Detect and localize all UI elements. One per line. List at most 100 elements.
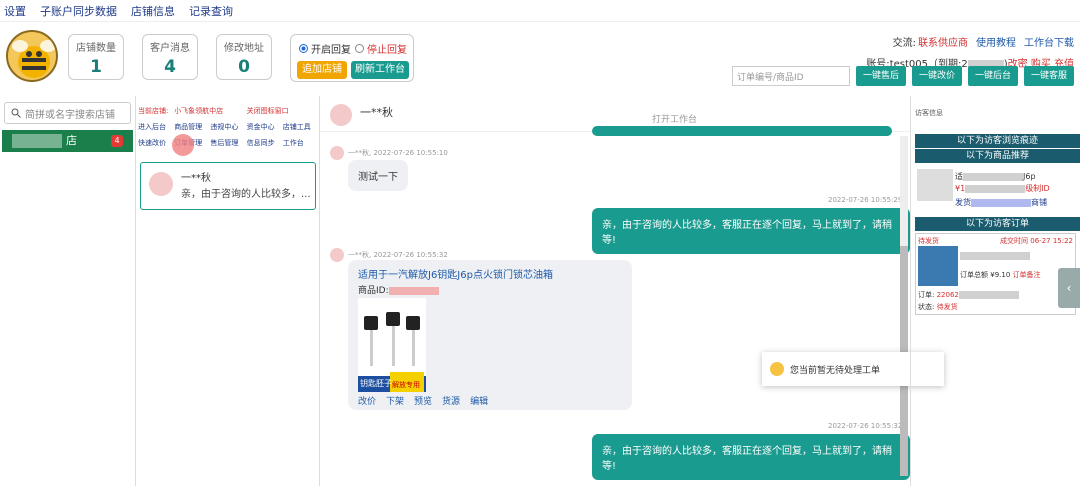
account-info: 交流: 联系供应商 使用教程 工作台下载 账号:test005（到期:2)改密 购买 … xyxy=(866,38,1074,70)
link-funds[interactable]: 资金中心 xyxy=(247,122,283,132)
link-quick-price[interactable]: 快速改价 xyxy=(138,138,174,148)
avatar xyxy=(149,172,173,196)
link-product-mgmt[interactable]: 商品管理 xyxy=(174,122,210,132)
reply-panel: 开启回复 停止回复 追加店铺 刷新工作台 xyxy=(290,34,414,82)
click-cursor-highlight xyxy=(172,134,194,156)
recommend-bar: 以下为商品推荐 xyxy=(915,149,1080,163)
shop-list-panel: 简拼或名字搜索店铺 店4 xyxy=(0,96,136,486)
radio-label: 开启回复 xyxy=(311,45,351,56)
conversation-panel: 当前店铺: 小飞象领航中店 关闭图标窗口 进入后台 商品管理 违规中心 资金中心… xyxy=(136,96,320,486)
radio-label: 停止回复 xyxy=(367,45,407,56)
product-tag: 解放专用 xyxy=(392,381,420,389)
avatar xyxy=(330,248,344,262)
backend-button[interactable]: 一键后台 xyxy=(968,66,1018,86)
product-image[interactable]: 钥匙胚子 解放专用 xyxy=(358,298,426,392)
product-thumbnail xyxy=(917,169,953,201)
msg-timestamp: 一**秋, 2022-07-26 10:55:10 xyxy=(348,149,448,157)
avatar xyxy=(330,146,344,160)
chat-bubble-partial xyxy=(592,126,892,136)
state-label: 状态: xyxy=(918,303,935,311)
link-backend[interactable]: 进入后台 xyxy=(138,122,174,132)
stat-shop-count[interactable]: 店铺数量 1 xyxy=(68,34,124,80)
chat-panel: 一**秋 打开工作台 一**秋, 2022-07-26 10:55:10 测试一… xyxy=(320,96,910,486)
search-placeholder: 简拼或名字搜索店铺 xyxy=(25,109,115,121)
stat-label: 修改地址 xyxy=(224,43,264,54)
order-total-label: 订单总额 xyxy=(960,271,988,279)
link-violation[interactable]: 违规中心 xyxy=(210,122,246,132)
product-id-label: 商品ID: xyxy=(358,286,389,296)
shop-name: 店 xyxy=(66,134,77,147)
action-edit[interactable]: 编辑 xyxy=(470,394,488,407)
action-preview[interactable]: 预览 xyxy=(414,394,432,407)
conversation-item[interactable]: 一**秋 亲，由于咨询的人比较多，... xyxy=(140,162,316,210)
stat-value: 1 xyxy=(90,57,102,77)
menu-shop-info[interactable]: 店铺信息 xyxy=(131,3,175,19)
open-workspace-link[interactable]: 打开工作台 xyxy=(652,112,697,125)
rec-title-suffix: J6p xyxy=(1023,172,1036,181)
visitor-panel: 访客信息 以下为访客浏览痕迹 以下为商品推荐 适 J6p ¥1 级制ID 发货 商铺 … xyxy=(910,96,1080,486)
order-thumbnail xyxy=(918,246,958,286)
tutorial-link[interactable]: 使用教程 xyxy=(976,38,1016,49)
contact-supplier-link[interactable]: 联系供应商 xyxy=(918,38,968,49)
menu-record-query[interactable]: 记录查询 xyxy=(189,3,233,19)
rec-shop: 商铺 xyxy=(1031,198,1047,207)
contact-prefix: 交流: xyxy=(892,38,916,49)
toast-text: 您当前暂无待处理工单 xyxy=(790,365,881,376)
quick-links: 当前店铺: 小飞象领航中店 关闭图标窗口 进入后台 商品管理 违规中心 资金中心… xyxy=(136,96,319,148)
shop-search-input[interactable]: 简拼或名字搜索店铺 xyxy=(4,102,131,124)
stat-label: 店铺数量 xyxy=(76,43,116,54)
link-info-sync[interactable]: 信息同步 xyxy=(247,138,283,148)
tool-row: 订单编号/商品ID 一键售后 一键改价 一键后台 一键客服 xyxy=(732,66,1074,86)
menu-settings[interactable]: 设置 xyxy=(4,3,26,19)
action-change-price[interactable]: 改价 xyxy=(358,394,376,407)
action-source[interactable]: 货源 xyxy=(442,394,460,407)
order-status: 待发货 xyxy=(918,237,939,245)
change-price-button[interactable]: 一键改价 xyxy=(912,66,962,86)
chat-bubble-agent: 亲，由于咨询的人比较多，客服正在逐个回复，马上就到了，请稍等! xyxy=(592,434,910,480)
msg-timestamp: 2022-07-26 10:55:32 xyxy=(828,422,903,430)
order-search-input[interactable]: 订单编号/商品ID xyxy=(732,66,850,86)
order-no: 22062 xyxy=(936,291,959,299)
action-delist[interactable]: 下架 xyxy=(386,394,404,407)
bee-logo xyxy=(6,30,58,82)
state-value: 待发货 xyxy=(936,303,958,311)
product-title[interactable]: 适用于一汽解放J6钥匙J6p点火锁门锁芯油箱 xyxy=(358,266,622,281)
conversation-name: 一**秋 xyxy=(181,173,211,184)
chat-name: 一**秋 xyxy=(360,106,393,119)
recommend-item[interactable]: 适 J6p ¥1 级制ID 发货 商铺 xyxy=(915,165,1076,215)
product-card[interactable]: 适用于一汽解放J6钥匙J6p点火锁门锁芯油箱 商品ID: 钥匙胚子 解放专用 改… xyxy=(348,260,632,410)
chat-scrollbar[interactable] xyxy=(900,136,908,476)
order-remark[interactable]: 订单备注 xyxy=(1013,271,1041,279)
browse-trace-bar: 以下为访客浏览痕迹 xyxy=(915,134,1080,148)
order-total: ¥9.10 xyxy=(990,271,1011,279)
radio-reply-off[interactable]: 停止回复 xyxy=(355,41,407,56)
link-shop-tools[interactable]: 店铺工具 xyxy=(283,122,319,132)
link-workspace[interactable]: 工作台 xyxy=(283,138,319,148)
stat-customer-msg[interactable]: 客户消息 4 xyxy=(142,34,198,80)
unread-badge: 4 xyxy=(111,135,123,147)
menu-sync-subaccount[interactable]: 子账户同步数据 xyxy=(40,3,117,19)
add-shop-button[interactable]: 追加店铺 xyxy=(297,61,347,79)
after-sale-button[interactable]: 一键售后 xyxy=(856,66,906,86)
chat-bubble-customer: 测试一下 xyxy=(348,160,408,191)
collapse-chevron-icon[interactable]: ‹ xyxy=(1058,268,1080,308)
link-after-sale[interactable]: 售后管理 xyxy=(210,138,246,148)
order-no-label: 订单: xyxy=(918,291,935,299)
customer-service-button[interactable]: 一键客服 xyxy=(1024,66,1074,86)
shop-item[interactable]: 店4 xyxy=(2,130,133,152)
msg-timestamp: 一**秋, 2022-07-26 10:55:32 xyxy=(348,251,448,259)
header: 店铺数量 1 客户消息 4 修改地址 0 开启回复 停止回复 追加店铺 刷新工作台 交… xyxy=(0,22,1080,96)
radio-reply-on[interactable]: 开启回复 xyxy=(299,41,351,56)
stat-modify-address[interactable]: 修改地址 0 xyxy=(216,34,272,80)
order-card[interactable]: 待发货 成交时间 06-27 15:22 订单总额 ¥9.10 订单备注 订单:… xyxy=(915,233,1076,315)
download-link[interactable]: 工作台下载 xyxy=(1024,38,1074,49)
rec-title: 适 xyxy=(955,172,963,181)
close-icon-window-link[interactable]: 关闭图标窗口 xyxy=(247,106,319,116)
rec-price: ¥1 xyxy=(955,184,966,193)
refresh-workspace-button[interactable]: 刷新工作台 xyxy=(351,61,409,79)
stat-value: 0 xyxy=(238,57,250,77)
conversation-preview: 亲，由于咨询的人比较多，... xyxy=(181,189,311,200)
avatar xyxy=(330,104,352,126)
rec-id: 级制ID xyxy=(1025,184,1050,193)
stat-value: 4 xyxy=(164,57,176,77)
